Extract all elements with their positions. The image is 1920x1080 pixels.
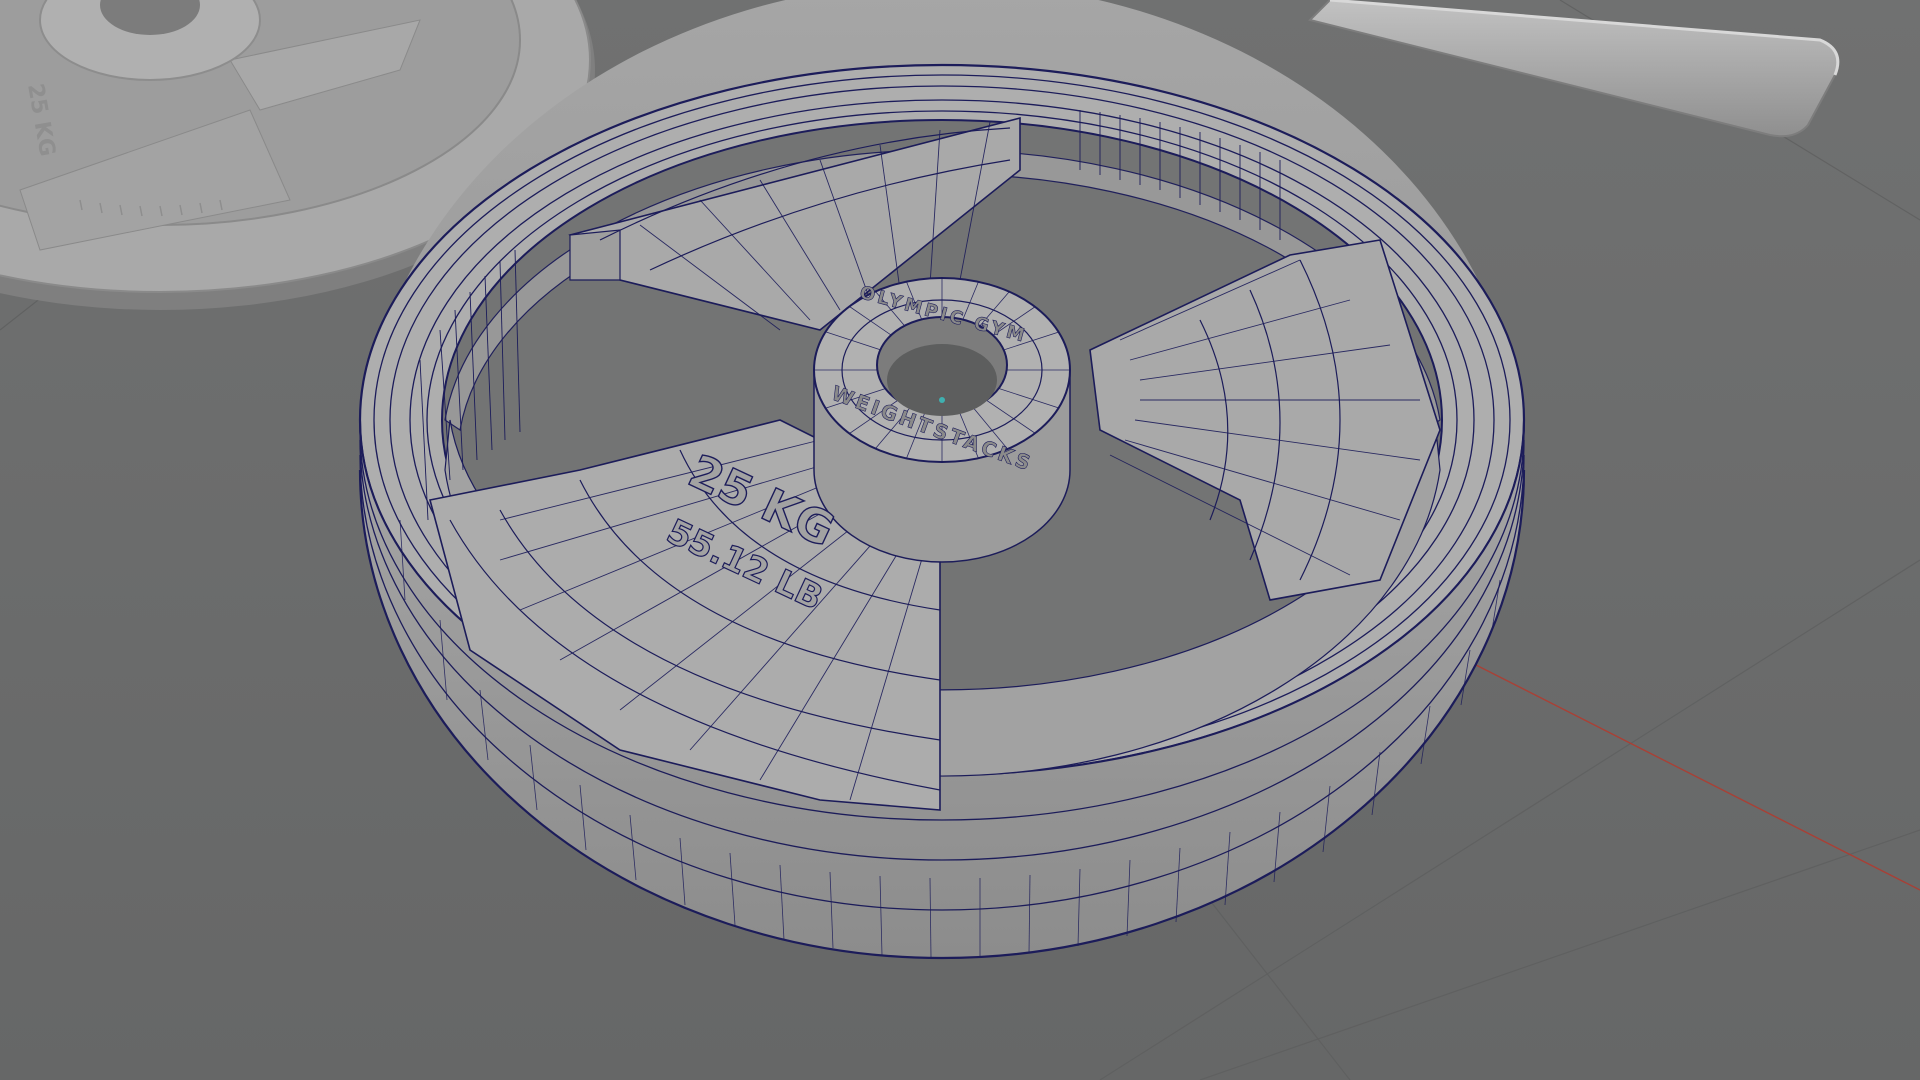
3d-viewport[interactable]: OLYMPIC GYM WEIGHTSTACKS 25 KG 55.12 LB …	[0, 0, 1920, 1080]
viewport-canvas[interactable]: OLYMPIC GYM WEIGHTSTACKS 25 KG 55.12 LB …	[0, 0, 1920, 1080]
object-origin-dot	[939, 397, 945, 403]
main-weight-plate-wireframe[interactable]: OLYMPIC GYM WEIGHTSTACKS 25 KG 55.12 LB	[358, 0, 1526, 960]
